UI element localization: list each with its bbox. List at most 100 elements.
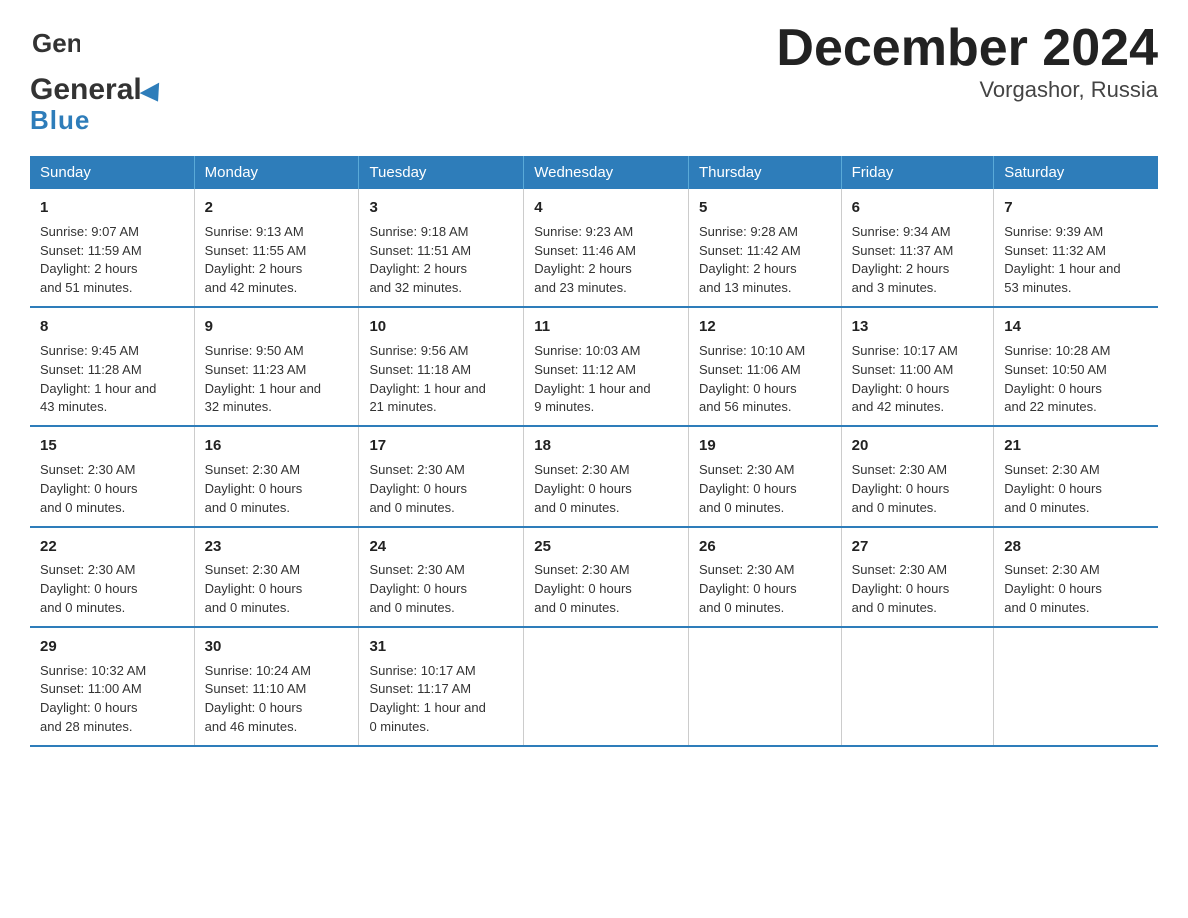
day-info: Sunrise: 9:56 AM Sunset: 11:18 AM Daylig… bbox=[369, 342, 513, 417]
calendar-cell: 27 Sunset: 2:30 AM Daylight: 0 hours and … bbox=[841, 527, 994, 627]
day-info: Sunrise: 10:03 AM Sunset: 11:12 AM Dayli… bbox=[534, 342, 678, 417]
day-info: Sunset: 2:30 AM Daylight: 0 hours and 0 … bbox=[1004, 561, 1148, 618]
day-info: Sunset: 2:30 AM Daylight: 0 hours and 0 … bbox=[699, 461, 831, 518]
title-area: December 2024 Vorgashor, Russia bbox=[776, 20, 1158, 103]
weekday-header-friday: Friday bbox=[841, 156, 994, 189]
calendar-cell: 13Sunrise: 10:17 AM Sunset: 11:00 AM Day… bbox=[841, 307, 994, 426]
day-info: Sunset: 2:30 AM Daylight: 0 hours and 0 … bbox=[205, 461, 349, 518]
page-subtitle: Vorgashor, Russia bbox=[776, 77, 1158, 103]
day-number: 15 bbox=[40, 435, 184, 457]
calendar-cell bbox=[524, 627, 689, 746]
weekday-header-sunday: Sunday bbox=[30, 156, 194, 189]
calendar-cell: 16 Sunset: 2:30 AM Daylight: 0 hours and … bbox=[194, 426, 359, 526]
day-number: 10 bbox=[369, 316, 513, 338]
day-info: Sunrise: 9:13 AM Sunset: 11:55 AM Daylig… bbox=[205, 223, 349, 298]
calendar-cell: 9Sunrise: 9:50 AM Sunset: 11:23 AM Dayli… bbox=[194, 307, 359, 426]
weekday-header-wednesday: Wednesday bbox=[524, 156, 689, 189]
calendar-cell: 3Sunrise: 9:18 AM Sunset: 11:51 AM Dayli… bbox=[359, 189, 524, 307]
weekday-header-thursday: Thursday bbox=[689, 156, 842, 189]
logo-blue: Blue bbox=[30, 105, 90, 136]
calendar-cell bbox=[841, 627, 994, 746]
day-number: 31 bbox=[369, 636, 513, 658]
calendar-table: SundayMondayTuesdayWednesdayThursdayFrid… bbox=[30, 156, 1158, 747]
day-info: Sunrise: 9:39 AM Sunset: 11:32 AM Daylig… bbox=[1004, 223, 1148, 298]
weekday-header-row: SundayMondayTuesdayWednesdayThursdayFrid… bbox=[30, 156, 1158, 189]
day-number: 24 bbox=[369, 536, 513, 558]
calendar-cell: 4 Sunrise: 9:23 AM Sunset: 11:46 AM Dayli… bbox=[524, 189, 689, 307]
day-number: 30 bbox=[205, 636, 349, 658]
day-info: Sunset: 2:30 AM Daylight: 0 hours and 0 … bbox=[852, 561, 984, 618]
day-info: Sunset: 2:30 AM Daylight: 0 hours and 0 … bbox=[369, 561, 513, 618]
day-info: Sunset: 2:30 AM Daylight: 0 hours and 0 … bbox=[852, 461, 984, 518]
calendar-cell bbox=[994, 627, 1158, 746]
calendar-week-row: 29 Sunrise: 10:32 AM Sunset: 11:00 AM Day… bbox=[30, 627, 1158, 746]
day-info: Sunrise: 9:07 AM Sunset: 11:59 AM Daylig… bbox=[40, 223, 184, 298]
day-number: 1 bbox=[40, 197, 184, 219]
day-number: 23 bbox=[205, 536, 349, 558]
day-number: 8 bbox=[40, 316, 184, 338]
page-title: December 2024 bbox=[776, 20, 1158, 77]
calendar-cell: 10 Sunrise: 9:56 AM Sunset: 11:18 AM Dayl… bbox=[359, 307, 524, 426]
day-number: 27 bbox=[852, 536, 984, 558]
calendar-week-row: 1 Sunrise: 9:07 AM Sunset: 11:59 AM Dayli… bbox=[30, 189, 1158, 307]
calendar-cell: 5 Sunrise: 9:28 AM Sunset: 11:42 AM Dayli… bbox=[689, 189, 842, 307]
calendar-week-row: 15 Sunset: 2:30 AM Daylight: 0 hours and … bbox=[30, 426, 1158, 526]
day-number: 25 bbox=[534, 536, 678, 558]
day-number: 26 bbox=[699, 536, 831, 558]
logo-icon: General bbox=[30, 20, 80, 75]
calendar-cell: 28 Sunset: 2:30 AM Daylight: 0 hours and … bbox=[994, 527, 1158, 627]
calendar-cell: 18 Sunset: 2:30 AM Daylight: 0 hours and … bbox=[524, 426, 689, 526]
calendar-week-row: 22Sunset: 2:30 AM Daylight: 0 hours and … bbox=[30, 527, 1158, 627]
day-info: Sunrise: 10:28 AM Sunset: 10:50 AM Dayli… bbox=[1004, 342, 1148, 417]
calendar-cell: 24 Sunset: 2:30 AM Daylight: 0 hours and … bbox=[359, 527, 524, 627]
calendar-cell: 23 Sunset: 2:30 AM Daylight: 0 hours and … bbox=[194, 527, 359, 627]
day-number: 5 bbox=[699, 197, 831, 219]
day-info: Sunrise: 10:17 AM Sunset: 11:00 AM Dayli… bbox=[852, 342, 984, 417]
day-number: 17 bbox=[369, 435, 513, 457]
day-info: Sunrise: 9:45 AM Sunset: 11:28 AM Daylig… bbox=[40, 342, 184, 417]
day-number: 11 bbox=[534, 316, 678, 338]
day-number: 14 bbox=[1004, 316, 1148, 338]
day-info: Sunset: 2:30 AM Daylight: 0 hours and 0 … bbox=[205, 561, 349, 618]
day-number: 7 bbox=[1004, 197, 1148, 219]
day-number: 12 bbox=[699, 316, 831, 338]
day-info: Sunrise: 9:50 AM Sunset: 11:23 AM Daylig… bbox=[205, 342, 349, 417]
day-info: Sunrise: 9:23 AM Sunset: 11:46 AM Daylig… bbox=[534, 223, 678, 298]
day-number: 18 bbox=[534, 435, 678, 457]
day-info: Sunset: 2:30 AM Daylight: 0 hours and 0 … bbox=[369, 461, 513, 518]
calendar-cell: 29 Sunrise: 10:32 AM Sunset: 11:00 AM Day… bbox=[30, 627, 194, 746]
day-number: 28 bbox=[1004, 536, 1148, 558]
calendar-cell: 8 Sunrise: 9:45 AM Sunset: 11:28 AM Dayli… bbox=[30, 307, 194, 426]
calendar-cell: 17 Sunset: 2:30 AM Daylight: 0 hours and … bbox=[359, 426, 524, 526]
weekday-header-saturday: Saturday bbox=[994, 156, 1158, 189]
day-info: Sunset: 2:30 AM Daylight: 0 hours and 0 … bbox=[40, 561, 184, 618]
calendar-cell: 7 Sunrise: 9:39 AM Sunset: 11:32 AM Dayli… bbox=[994, 189, 1158, 307]
calendar-cell bbox=[689, 627, 842, 746]
weekday-header-tuesday: Tuesday bbox=[359, 156, 524, 189]
day-info: Sunrise: 9:28 AM Sunset: 11:42 AM Daylig… bbox=[699, 223, 831, 298]
logo-general: General bbox=[30, 75, 142, 105]
day-number: 4 bbox=[534, 197, 678, 219]
day-info: Sunset: 2:30 AM Daylight: 0 hours and 0 … bbox=[1004, 461, 1148, 518]
day-info: Sunset: 2:30 AM Daylight: 0 hours and 0 … bbox=[534, 461, 678, 518]
calendar-cell: 19Sunset: 2:30 AM Daylight: 0 hours and … bbox=[689, 426, 842, 526]
logo: General General Blue bbox=[30, 20, 166, 136]
day-number: 21 bbox=[1004, 435, 1148, 457]
day-number: 16 bbox=[205, 435, 349, 457]
calendar-cell: 26Sunset: 2:30 AM Daylight: 0 hours and … bbox=[689, 527, 842, 627]
calendar-cell: 31 Sunrise: 10:17 AM Sunset: 11:17 AM Day… bbox=[359, 627, 524, 746]
weekday-header-monday: Monday bbox=[194, 156, 359, 189]
day-info: Sunrise: 10:17 AM Sunset: 11:17 AM Dayli… bbox=[369, 662, 513, 737]
day-number: 6 bbox=[852, 197, 984, 219]
day-info: Sunrise: 10:32 AM Sunset: 11:00 AM Dayli… bbox=[40, 662, 184, 737]
calendar-cell: 22Sunset: 2:30 AM Daylight: 0 hours and … bbox=[30, 527, 194, 627]
page-header: General General Blue December 2024 Vorga… bbox=[30, 20, 1158, 136]
calendar-cell: 6Sunrise: 9:34 AM Sunset: 11:37 AM Dayli… bbox=[841, 189, 994, 307]
calendar-cell: 20Sunset: 2:30 AM Daylight: 0 hours and … bbox=[841, 426, 994, 526]
calendar-week-row: 8 Sunrise: 9:45 AM Sunset: 11:28 AM Dayli… bbox=[30, 307, 1158, 426]
day-number: 29 bbox=[40, 636, 184, 658]
day-number: 3 bbox=[369, 197, 513, 219]
calendar-cell: 30Sunrise: 10:24 AM Sunset: 11:10 AM Day… bbox=[194, 627, 359, 746]
day-info: Sunrise: 10:10 AM Sunset: 11:06 AM Dayli… bbox=[699, 342, 831, 417]
calendar-cell: 15Sunset: 2:30 AM Daylight: 0 hours and … bbox=[30, 426, 194, 526]
